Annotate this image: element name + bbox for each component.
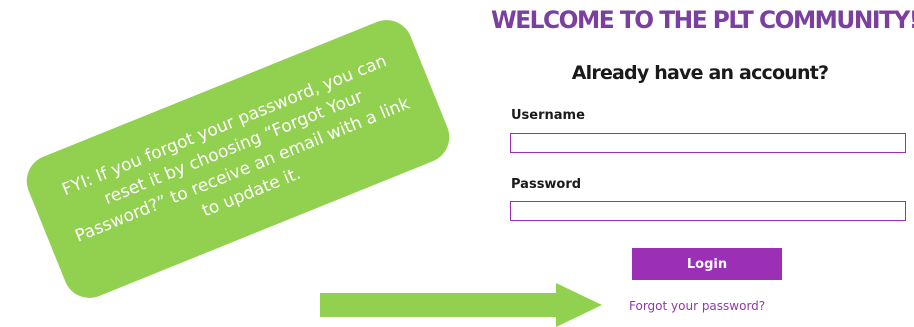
tip-callout-text: FYI: If you forgot your password, you ca…	[59, 51, 413, 247]
account-subheading: Already have an account?	[571, 62, 829, 84]
login-page: FYI: If you forgot your password, you ca…	[0, 0, 914, 327]
password-label: Password	[511, 177, 582, 192]
tip-callout: FYI: If you forgot your password, you ca…	[18, 12, 458, 306]
username-input[interactable]	[510, 133, 906, 153]
right-arrow-icon	[320, 283, 602, 327]
forgot-password-link[interactable]: Forgot your password?	[629, 299, 765, 313]
login-button[interactable]: Login	[632, 248, 782, 280]
password-input[interactable]	[510, 201, 906, 221]
username-label: Username	[511, 108, 585, 123]
welcome-title: WELCOME TO THE PLT COMMUNITY!	[491, 6, 914, 34]
